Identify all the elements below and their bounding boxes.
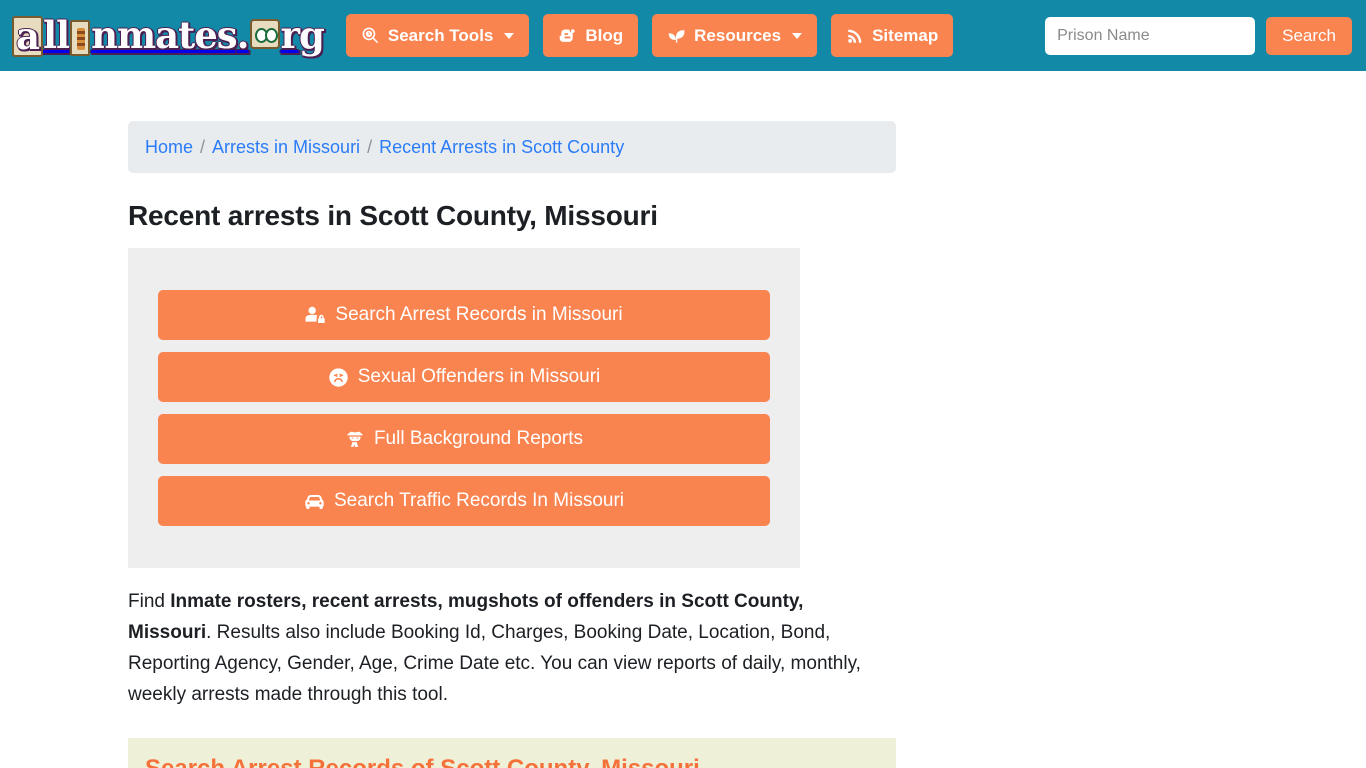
seedling-icon xyxy=(667,26,686,45)
search-arrest-records-banner: Search Arrest Records of Scott County, M… xyxy=(128,738,896,768)
logo-eyes-icon xyxy=(249,19,280,49)
search-traffic-records-label: Search Traffic Records In Missouri xyxy=(333,490,625,511)
breadcrumb: Home / Arrests in Missouri / Recent Arre… xyxy=(128,121,896,173)
chevron-down-icon xyxy=(504,32,515,39)
sexual-offenders-button[interactable]: Sexual Offenders in Missouri xyxy=(158,352,770,402)
search-arrest-records-button[interactable]: Search Arrest Records in Missouri xyxy=(158,290,770,340)
main-navigation: Search Tools Blog Resources Sitemap xyxy=(345,14,954,57)
page-description: Find Inmate rosters, recent arrests, mug… xyxy=(128,586,888,710)
car-icon xyxy=(304,491,325,512)
site-logo[interactable]: a ll nmates. rg xyxy=(12,13,325,58)
breadcrumb-item-arrests-in-missouri[interactable]: Arrests in Missouri xyxy=(212,137,360,158)
search-arrest-records-label: Search Arrest Records in Missouri xyxy=(335,304,623,325)
full-background-reports-button[interactable]: Full Background Reports xyxy=(158,414,770,464)
nav-blog-label: Blog xyxy=(585,25,624,45)
nav-resources-button[interactable]: Resources xyxy=(652,14,818,57)
user-secret-icon xyxy=(345,429,365,449)
breadcrumb-separator: / xyxy=(200,136,206,157)
breadcrumb-separator: / xyxy=(367,136,373,157)
chevron-down-icon xyxy=(792,32,803,39)
logo-letter-a: a xyxy=(12,16,43,57)
breadcrumb-item-home[interactable]: Home xyxy=(145,137,193,158)
nav-search-tools-label: Search Tools xyxy=(387,25,494,45)
page-title: Recent arrests in Scott County, Missouri xyxy=(128,200,658,231)
page-body: Home / Arrests in Missouri / Recent Arre… xyxy=(0,71,1366,768)
logo-letters-nmates: nmates xyxy=(91,13,237,57)
header-search-button[interactable]: Search xyxy=(1266,17,1352,55)
user-lock-icon xyxy=(305,305,326,326)
content-column: Home / Arrests in Missouri / Recent Arre… xyxy=(128,121,896,768)
logo-inmate-badge-icon xyxy=(70,20,91,56)
full-background-reports-label: Full Background Reports xyxy=(373,428,584,449)
search-traffic-records-button[interactable]: Search Traffic Records In Missouri xyxy=(158,476,770,526)
description-lead: Find xyxy=(128,591,171,612)
site-logo-text: a ll nmates. rg xyxy=(12,13,325,57)
nav-sitemap-label: Sitemap xyxy=(872,25,939,45)
angry-face-icon xyxy=(328,367,349,388)
nav-resources-label: Resources xyxy=(694,25,782,45)
sexual-offenders-label: Sexual Offenders in Missouri xyxy=(357,366,601,387)
action-button-panel: Search Arrest Records in Missouri Sexual… xyxy=(128,248,800,568)
search-icon xyxy=(361,26,380,45)
nav-sitemap-button[interactable]: Sitemap xyxy=(831,14,954,57)
logo-letters-rg: rg xyxy=(280,13,325,57)
rss-icon xyxy=(846,27,864,45)
nav-blog-button[interactable]: Blog xyxy=(543,14,639,57)
breadcrumb-item-recent-arrests-scott-county[interactable]: Recent Arrests in Scott County xyxy=(379,137,624,158)
header-search-form: Search xyxy=(1045,17,1352,55)
prison-name-search-input[interactable] xyxy=(1045,17,1256,55)
search-arrest-records-banner-title: Search Arrest Records of Scott County, M… xyxy=(145,755,879,768)
description-rest: . Results also include Booking Id, Charg… xyxy=(128,622,861,705)
logo-dot: . xyxy=(236,13,250,57)
blogger-icon xyxy=(558,26,577,45)
logo-letters-ll: ll xyxy=(42,13,70,57)
nav-search-tools-button[interactable]: Search Tools xyxy=(345,14,530,57)
site-header: a ll nmates. rg Search Tools Blog Resour… xyxy=(0,0,1366,71)
